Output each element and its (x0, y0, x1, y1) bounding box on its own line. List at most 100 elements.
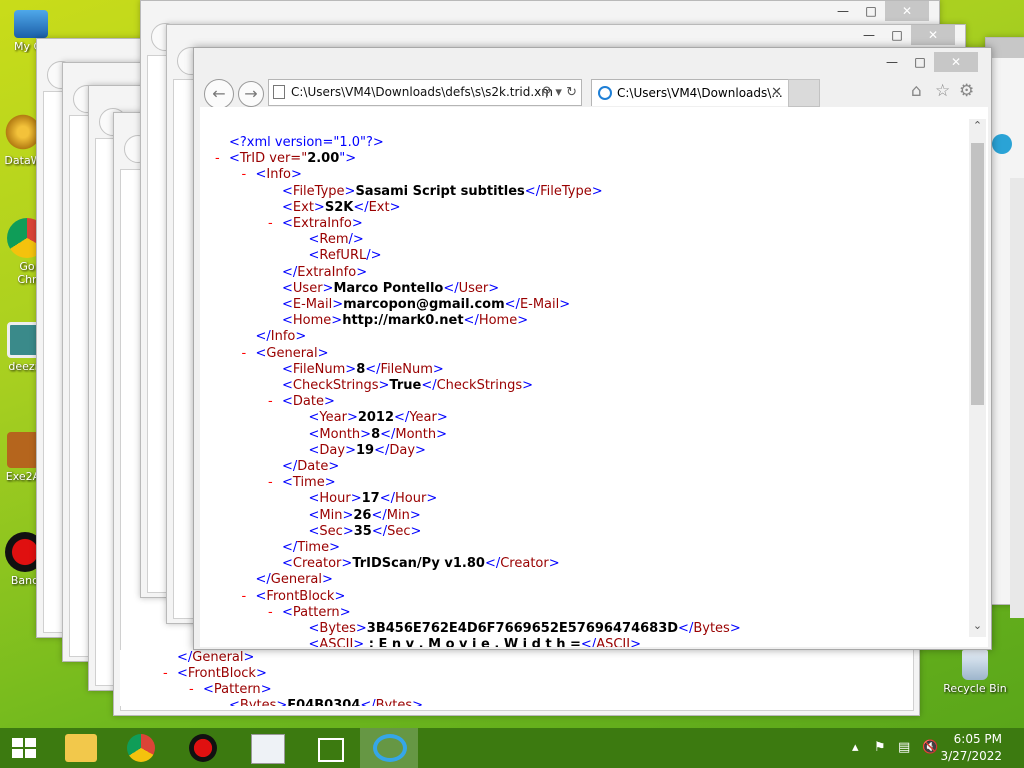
xml-tag-name: FileType (540, 183, 592, 199)
home-icon[interactable]: ⌂ (911, 81, 922, 101)
xml-tag-name: E-Mail (519, 297, 560, 312)
xml-line: <Ext>S2K</Ext> (282, 200, 401, 216)
xml-token: </ (374, 442, 390, 458)
refresh-icon[interactable]: ↻ (566, 85, 577, 100)
collapse-toggle[interactable]: - (215, 151, 220, 167)
taskbar-app-window[interactable] (238, 728, 296, 768)
collapse-toggle[interactable]: - (242, 346, 247, 362)
minimize-button[interactable]: — (878, 52, 906, 72)
xml-token: < (282, 297, 293, 312)
dropdown-icon[interactable]: ▾ (555, 85, 562, 100)
xml-token: > (324, 475, 336, 491)
settings-gear-icon[interactable] (992, 134, 1012, 154)
xml-line: </General> (177, 650, 254, 666)
taskbar-chrome[interactable] (114, 728, 172, 768)
start-button[interactable] (0, 728, 48, 768)
xml-token: < (308, 442, 320, 458)
xml-value: http://mark0.net (342, 313, 464, 329)
xml-token: < (308, 232, 320, 248)
collapse-toggle[interactable]: - (189, 682, 194, 698)
vertical-scrollbar[interactable]: ⌃ ⌄ (969, 119, 986, 637)
xml-tag-name: ASCII (319, 637, 354, 647)
settings-gear-icon[interactable]: ⚙ (959, 81, 974, 101)
xml-token: < (282, 361, 293, 377)
xml-value: 26 (353, 507, 372, 523)
minimize-button[interactable]: — (855, 25, 883, 45)
xml-token: > (344, 183, 356, 199)
collapse-toggle[interactable]: - (268, 216, 273, 232)
xml-token: > (342, 507, 354, 523)
window-controls: — □ ✕ (878, 52, 978, 74)
search-icon[interactable]: ⚲ (542, 85, 552, 100)
xml-tag-name: Pattern (292, 604, 340, 620)
address-text: C:\Users\VM4\Downloads\defs\s\s2k.trid.x… (291, 85, 553, 99)
xml-viewer[interactable]: <?xml version="1.0"?> - <TrID ver="2.00"> -… (200, 107, 988, 647)
xml-token: < (282, 199, 293, 215)
desktop-icon-recycle-bin[interactable]: Recycle Bin (940, 650, 1010, 695)
xml-line: <Bytes>E04B0304</Bytes> (229, 698, 423, 706)
xml-attribute: ver=" (265, 151, 308, 167)
taskbar-task-switcher[interactable] (300, 728, 358, 768)
record-icon (189, 734, 217, 762)
xml-tag-name: FileType (292, 183, 345, 199)
xml-token: </ (463, 313, 479, 329)
favorites-star-icon[interactable]: ☆ (935, 81, 950, 101)
tab-close-icon[interactable]: ✕ (771, 80, 782, 106)
xml-token: </ (443, 280, 459, 296)
xml-tag-name: ExtraInfo (292, 216, 352, 231)
network-icon[interactable]: ▤ (898, 740, 910, 755)
clock[interactable]: 6:05 PM 3/27/2022 (940, 731, 1002, 765)
back-button[interactable]: ← (204, 79, 234, 109)
xml-line: <User>Marco Pontello</User> (282, 281, 499, 297)
maximize-button[interactable]: □ (906, 52, 934, 72)
xml-token: "> (339, 151, 357, 167)
xml-tag-name: Hour (395, 491, 427, 507)
collapse-toggle[interactable]: - (268, 394, 273, 410)
xml-tag-name: Ext (368, 199, 390, 215)
xml-tag-name: Month (395, 426, 437, 442)
scroll-down-arrow[interactable]: ⌄ (971, 619, 984, 632)
xml-line: <FileNum>8</FileNum> (282, 362, 444, 378)
scroll-up-arrow[interactable]: ⌃ (971, 119, 984, 132)
collapse-toggle[interactable]: - (242, 589, 247, 605)
xml-token: > (328, 459, 340, 474)
xml-tag-name: Home (478, 313, 518, 329)
show-hidden-icons-icon[interactable]: ▴ (852, 740, 859, 755)
xml-token: > (331, 313, 343, 329)
xml-token: < (308, 507, 320, 523)
minimize-button[interactable]: — (829, 1, 857, 21)
collapse-toggle[interactable]: - (163, 666, 168, 682)
action-center-flag-icon[interactable]: ⚑ (874, 740, 886, 755)
collapse-toggle[interactable]: - (268, 605, 273, 621)
xml-token: > (488, 280, 500, 296)
xml-token: < (282, 216, 293, 231)
maximize-button[interactable]: □ (883, 25, 911, 45)
taskbar-internet-explorer[interactable] (360, 728, 418, 768)
tab-active[interactable]: C:\Users\VM4\Downloads\... ✕ (591, 79, 789, 106)
xml-token: > (436, 426, 448, 442)
xml-value: 35 (353, 523, 372, 539)
address-bar[interactable]: C:\Users\VM4\Downloads\defs\s\s2k.trid.x… (268, 79, 582, 106)
volume-muted-icon[interactable]: 🔇 (922, 740, 938, 755)
xml-tag-name: CheckStrings (292, 378, 379, 393)
xml-value: marcopon@gmail.com (343, 297, 505, 312)
xml-line: <Month>8</Month> (309, 427, 448, 443)
ie-window-active[interactable]: — □ ✕ ← → C:\Users\VM4\Downloads\defs\s\… (193, 47, 992, 650)
taskbar-file-explorer[interactable] (52, 728, 110, 768)
close-button[interactable]: ✕ (934, 52, 978, 72)
xml-token: > (332, 297, 344, 312)
new-tab-button[interactable] (788, 79, 820, 107)
collapse-toggle[interactable]: - (242, 167, 247, 183)
xml-token: < (282, 604, 293, 620)
collapse-toggle[interactable]: - (268, 475, 273, 491)
close-button[interactable]: ✕ (885, 1, 929, 21)
forward-button[interactable]: → (238, 81, 264, 107)
xml-token: < (203, 682, 214, 697)
xml-tag-name: Bytes (319, 621, 356, 636)
xml-token: > (351, 216, 363, 231)
maximize-button[interactable]: □ (857, 1, 885, 21)
taskbar-bandicam[interactable] (176, 728, 234, 768)
close-button[interactable]: ✕ (911, 25, 955, 45)
scrollbar-thumb[interactable] (971, 143, 984, 405)
scrollbar[interactable] (1010, 178, 1024, 618)
